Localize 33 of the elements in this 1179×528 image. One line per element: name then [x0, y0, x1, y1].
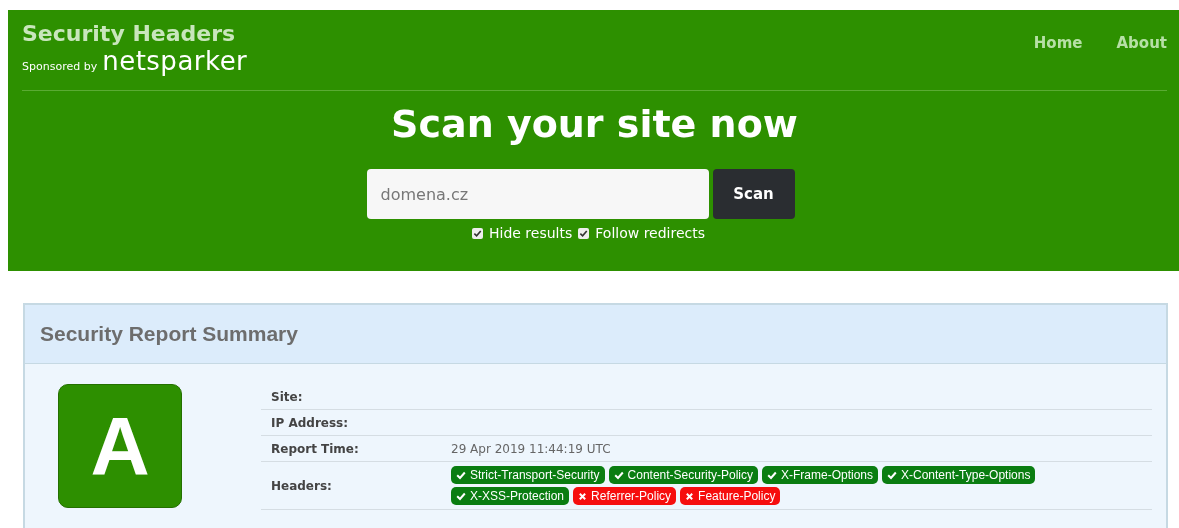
row-label: Site: [271, 389, 304, 404]
header-badge: X-XSS-Protection [451, 487, 570, 505]
site-title[interactable]: Security Headers [22, 20, 248, 48]
check-icon [613, 470, 624, 480]
grade-badge: A [58, 384, 182, 508]
header-badge: X-Frame-Options [762, 466, 878, 484]
checkbox[interactable] [578, 227, 590, 239]
header-badge: Referrer-Policy [573, 487, 677, 505]
cross-icon [685, 491, 695, 501]
check-icon [456, 491, 466, 501]
row-label: Headers: [271, 478, 333, 493]
checkbox-label[interactable]: Hide results [489, 225, 573, 241]
panel-title: Security Report Summary [40, 322, 298, 346]
url-input-field[interactable]: domena.cz [366, 169, 709, 219]
row-label: IP Address: [271, 415, 350, 430]
scan-heading: Scan your site now [390, 101, 799, 147]
nav-link[interactable]: About [1116, 34, 1167, 52]
checkbox-label[interactable]: Follow redirects [595, 225, 705, 241]
header-badge: Feature-Policy [680, 487, 781, 505]
check-icon [456, 470, 466, 480]
row-value: 29 Apr 2019 11:44:19 UTC [451, 441, 611, 456]
sponsor-label: Sponsored by [22, 60, 98, 73]
sponsor-logo[interactable]: netsparker [102, 48, 248, 74]
check-icon [767, 470, 777, 480]
checkbox[interactable] [472, 227, 483, 239]
header-badge: Content-Security-Policy [608, 466, 758, 484]
row-label: Report Time: [271, 441, 360, 456]
cross-icon [578, 491, 588, 501]
scan-button[interactable]: Scan [712, 169, 795, 219]
header-badge: X-Content-Type-Options [882, 466, 1036, 484]
check-icon [887, 470, 897, 480]
nav-link[interactable]: Home [1033, 34, 1083, 52]
header-badge: Strict-Transport-Security [451, 466, 605, 484]
